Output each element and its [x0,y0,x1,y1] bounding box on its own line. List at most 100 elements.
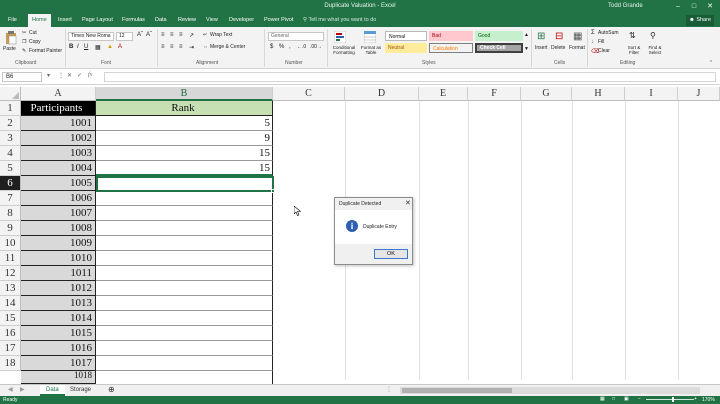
find-select-button[interactable]: Find & Select [645,45,665,55]
fill-color-icon[interactable]: ▲ [107,44,113,50]
wrap-text-button[interactable]: Wrap Text [210,32,232,38]
shrink-font-icon[interactable]: Aˇ [146,32,152,38]
cancel-icon[interactable]: ✕ [67,72,72,79]
italic-icon[interactable]: I [77,44,79,50]
row-header[interactable]: 13 [0,281,21,296]
maximize-button[interactable]: □ [688,1,700,12]
row-header[interactable]: 12 [0,266,21,281]
rank-cell[interactable] [96,296,273,311]
style-normal[interactable]: Normal [385,31,427,41]
page-break-view-icon[interactable]: ▣ [624,396,629,402]
scissors-icon[interactable]: ✂ [22,30,26,36]
tell-me-box[interactable]: ⚲ Tell me what you want to do [303,14,376,27]
style-bad[interactable]: Bad [429,31,473,41]
column-header-e[interactable]: E [419,87,468,101]
delete-cells-icon[interactable]: ⊟ [555,31,563,42]
style-calculation[interactable]: Calculation [429,43,473,53]
rank-cell[interactable] [96,356,273,371]
participant-cell[interactable]: 1014 [21,311,96,326]
row-header[interactable]: 14 [0,296,21,311]
indent-icon[interactable]: ⇥ [189,44,194,51]
comma-icon[interactable]: , [289,44,291,50]
copy-icon[interactable]: ❐ [22,39,26,45]
fill-handle[interactable] [271,189,275,193]
zoom-slider[interactable] [646,399,694,400]
bold-icon[interactable]: B [69,44,73,50]
column-header-j[interactable]: J [678,87,720,101]
borders-icon[interactable]: ▦ [95,44,101,51]
font-name-select[interactable]: Times New Roma [68,32,114,41]
formula-input[interactable] [104,72,716,82]
fill-button[interactable]: Fill [598,39,604,45]
participant-cell[interactable]: 1006 [21,191,96,206]
rank-cell[interactable] [96,236,273,251]
format-as-table-button[interactable]: Format as Table [359,45,383,55]
fill-icon[interactable]: ↓ [591,39,594,45]
align-left-icon[interactable]: ≡ [161,44,165,50]
style-check-cell[interactable]: Check Cell [475,43,523,53]
rank-cell[interactable] [96,281,273,296]
merge-center-button[interactable]: Merge & Center [210,44,245,50]
tab-formulas[interactable]: Formulas [118,14,149,27]
dialog-close-icon[interactable]: ✕ [405,199,411,207]
row-header[interactable]: 9 [0,221,21,236]
row-header[interactable]: 18 [0,356,21,371]
styles-scroll-up-icon[interactable]: ▲ [524,32,529,38]
conditional-formatting-button[interactable]: Conditional Formatting [328,45,360,55]
participant-cell[interactable]: 1010 [21,251,96,266]
rank-cell[interactable] [96,266,273,281]
align-right-icon[interactable]: ≡ [179,44,183,50]
zoom-in-icon[interactable]: + [694,396,697,402]
rank-cell[interactable]: 5 [96,116,273,131]
participant-cell[interactable]: 1005 [21,176,96,191]
participant-cell[interactable]: 1002 [21,131,96,146]
column-header-b[interactable]: B [96,87,273,101]
column-header-f[interactable]: F [468,87,521,101]
participant-cell[interactable]: 1011 [21,266,96,281]
insert-cells-icon[interactable]: ⊞ [537,31,545,42]
column-header-d[interactable]: D [345,87,419,101]
sort-filter-icon[interactable]: ⇅ [629,31,636,40]
row-header[interactable]: 11 [0,251,21,266]
participant-cell[interactable]: 1003 [21,146,96,161]
name-box-dropdown-icon[interactable]: ▾ [47,72,50,79]
row-header[interactable]: 5 [0,161,21,176]
zoom-out-icon[interactable]: − [638,396,641,402]
sort-filter-button[interactable]: Sort & Filter [625,45,643,55]
grow-font-icon[interactable]: Aˆ [137,32,143,38]
row-header-selected[interactable]: 6 [0,176,21,191]
row-header[interactable]: 8 [0,206,21,221]
row-header[interactable]: 16 [0,326,21,341]
decrease-decimal-icon[interactable]: .00→ [310,44,322,50]
tab-power-pivot[interactable]: Power Pivot [260,14,297,27]
brush-icon[interactable]: ✎ [22,48,26,54]
percent-icon[interactable]: % [279,44,284,50]
sheet-tab-storage[interactable]: Storage [64,385,97,396]
find-icon[interactable]: ⚲ [650,31,656,40]
rank-cell[interactable] [96,251,273,266]
tab-page-layout[interactable]: Page Layout [78,14,117,27]
name-box[interactable]: B6 [2,72,42,82]
rank-cell[interactable] [96,311,273,326]
share-button[interactable]: ☻ Share [686,15,715,26]
ok-button[interactable]: OK [374,249,408,259]
rank-cell[interactable] [96,221,273,236]
enter-icon[interactable]: ✓ [77,72,82,79]
tab-insert[interactable]: Insert [54,14,76,27]
style-neutral[interactable]: Neutral [385,43,427,53]
insert-function-icon[interactable]: fx [88,72,92,78]
sheet-tab-data[interactable]: Data [40,385,65,396]
horizontal-scrollbar[interactable] [400,387,700,394]
participant-cell-partial[interactable]: 1018 [21,371,96,384]
rank-cell[interactable]: 9 [96,131,273,146]
align-bottom-icon[interactable]: ≡ [179,32,183,38]
paste-label[interactable]: Paste [3,46,16,52]
cell-b1-rank[interactable]: Rank [96,101,273,116]
participant-cell[interactable]: 1004 [21,161,96,176]
scrollbar-thumb[interactable] [402,388,512,393]
row-header[interactable]: 3 [0,131,21,146]
rank-cell[interactable] [96,206,273,221]
add-sheet-icon[interactable]: ⊕ [102,385,121,396]
styles-more-icon[interactable]: ▼ [524,46,529,52]
merge-icon[interactable]: ⇔ [203,44,208,50]
